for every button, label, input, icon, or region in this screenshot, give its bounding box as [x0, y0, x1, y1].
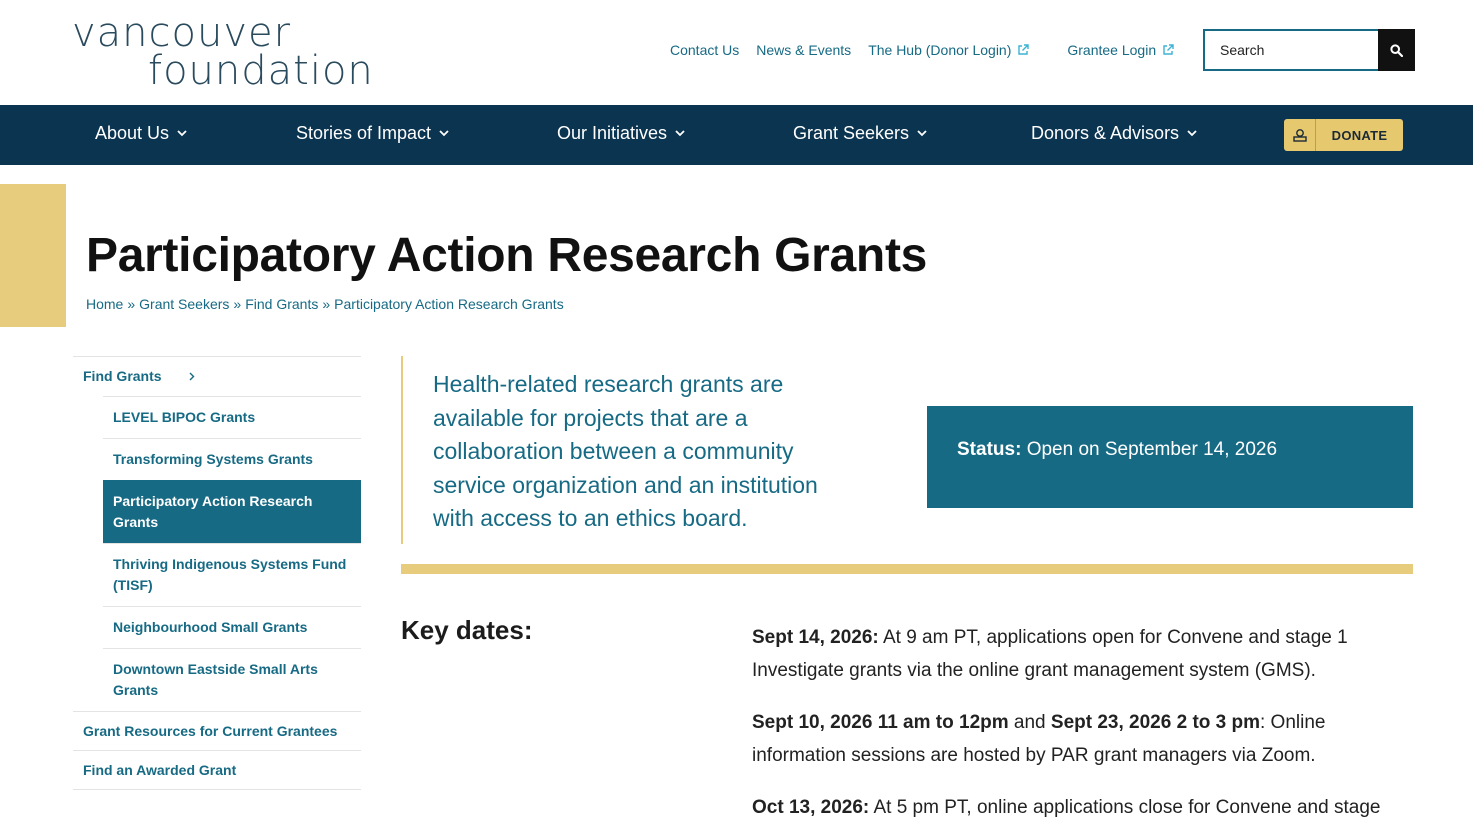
sidebar-item-find-grants[interactable]: Find Grants	[73, 356, 361, 396]
nav-our-initiatives[interactable]: Our Initiatives	[557, 123, 685, 144]
breadcrumb-separator: »	[127, 296, 136, 312]
main-navigation: About Us Stories of Impact Our Initiativ…	[0, 105, 1473, 165]
nav-donors-label: Donors & Advisors	[1031, 123, 1180, 143]
chevron-down-icon	[1187, 130, 1197, 137]
page-title: Participatory Action Research Grants	[86, 229, 928, 282]
donate-icon	[1284, 119, 1316, 151]
key-date-item: Sept 10, 2026 11 am to 12pm and Sept 23,…	[752, 707, 1417, 772]
nav-initiatives-label: Our Initiatives	[557, 123, 668, 143]
site-search	[1203, 29, 1415, 71]
donor-hub-login-label: The Hub (Donor Login)	[868, 42, 1012, 58]
sidebar-item-grant-resources[interactable]: Grant Resources for Current Grantees	[73, 711, 361, 750]
status-value: Open on September 14, 2026	[1026, 439, 1278, 460]
breadcrumb-separator: »	[322, 296, 331, 312]
grantee-login-link[interactable]: Grantee Login	[1067, 40, 1174, 60]
key-date-text: and	[1008, 712, 1051, 733]
donate-label: DONATE	[1331, 127, 1388, 143]
sidebar-item-find-awarded-grant[interactable]: Find an Awarded Grant	[73, 750, 361, 789]
nav-about-us-label: About Us	[95, 123, 170, 143]
nav-about-us[interactable]: About Us	[95, 123, 187, 144]
grantee-login-label: Grantee Login	[1067, 42, 1157, 58]
contact-us-label: Contact Us	[670, 42, 740, 58]
nav-grant-seekers[interactable]: Grant Seekers	[793, 123, 927, 144]
contact-us-link[interactable]: Contact Us	[670, 40, 739, 60]
title-accent-block	[0, 184, 66, 327]
key-date: Sept 14, 2026:	[752, 627, 879, 648]
breadcrumb-current: Participatory Action Research Grants	[334, 296, 564, 312]
vancouver-foundation-logo[interactable]: vancouver foundation	[72, 10, 382, 94]
chevron-down-icon	[439, 130, 449, 137]
breadcrumb: Home» Grant Seekers» Find Grants» Participa…	[86, 296, 564, 312]
utility-links: Contact Us News & Events The Hub (Donor …	[670, 40, 1174, 60]
key-date: Sept 10, 2026 11 am to 12pm	[752, 712, 1009, 733]
sidebar-item-label: Find Grants	[83, 368, 162, 384]
news-events-link[interactable]: News & Events	[756, 40, 851, 60]
status-label: Status:	[957, 439, 1022, 460]
key-date-text: At 5 pm PT, online applications close fo…	[869, 797, 1381, 818]
search-input[interactable]	[1203, 29, 1378, 71]
nav-stories-of-impact[interactable]: Stories of Impact	[296, 123, 449, 144]
key-date-item: Oct 13, 2026: At 5 pm PT, online applica…	[752, 792, 1417, 825]
nav-donors-advisors[interactable]: Donors & Advisors	[1031, 123, 1197, 144]
sidebar-item-neighbourhood-small-grants[interactable]: Neighbourhood Small Grants	[103, 606, 361, 648]
intro-summary: Health-related research grants are avail…	[401, 356, 861, 544]
key-date: Sept 23, 2026 2 to 3 pm	[1050, 712, 1260, 733]
key-dates-list: Sept 14, 2026: At 9 am PT, applications …	[752, 622, 1417, 829]
sidebar-item-downtown-eastside-arts[interactable]: Downtown Eastside Small Arts Grants	[103, 648, 361, 711]
chevron-down-icon	[675, 130, 685, 137]
sidebar-item-level-bipoc[interactable]: LEVEL BIPOC Grants	[103, 396, 361, 438]
nav-stories-label: Stories of Impact	[296, 123, 432, 143]
external-link-icon	[1163, 44, 1174, 55]
status-box: Status: Open on September 14, 2026	[927, 406, 1413, 508]
logo-text-line2: foundation	[148, 48, 374, 94]
sidebar-item-participatory-action-research[interactable]: Participatory Action Research Grants	[103, 480, 361, 543]
sidebar-item-tisf[interactable]: Thriving Indigenous Systems Fund (TISF)	[103, 543, 361, 606]
key-dates-heading: Key dates:	[401, 615, 533, 645]
chevron-down-icon	[917, 130, 927, 137]
donate-button[interactable]: DONATE	[1284, 119, 1403, 151]
key-date: Oct 13, 2026:	[752, 797, 870, 818]
external-link-icon	[1018, 44, 1030, 55]
nav-grant-seekers-label: Grant Seekers	[793, 123, 910, 143]
news-events-label: News & Events	[756, 42, 852, 58]
chevron-down-icon	[177, 130, 187, 137]
sidebar-item-transforming-systems[interactable]: Transforming Systems Grants	[103, 438, 361, 480]
key-date-item: Sept 14, 2026: At 9 am PT, applications …	[752, 622, 1417, 687]
donor-hub-login-link[interactable]: The Hub (Donor Login)	[868, 40, 1030, 60]
breadcrumb-separator: »	[233, 296, 242, 312]
search-button[interactable]	[1378, 29, 1415, 71]
breadcrumb-home[interactable]: Home	[86, 296, 123, 312]
section-sidebar: Find Grants LEVEL BIPOC Grants Transform…	[73, 356, 361, 790]
chevron-right-icon[interactable]	[189, 372, 195, 381]
breadcrumb-find-grants[interactable]: Find Grants	[245, 296, 318, 312]
breadcrumb-grant-seekers[interactable]: Grant Seekers	[139, 296, 229, 312]
search-icon	[1390, 43, 1403, 57]
section-divider	[401, 564, 1413, 574]
